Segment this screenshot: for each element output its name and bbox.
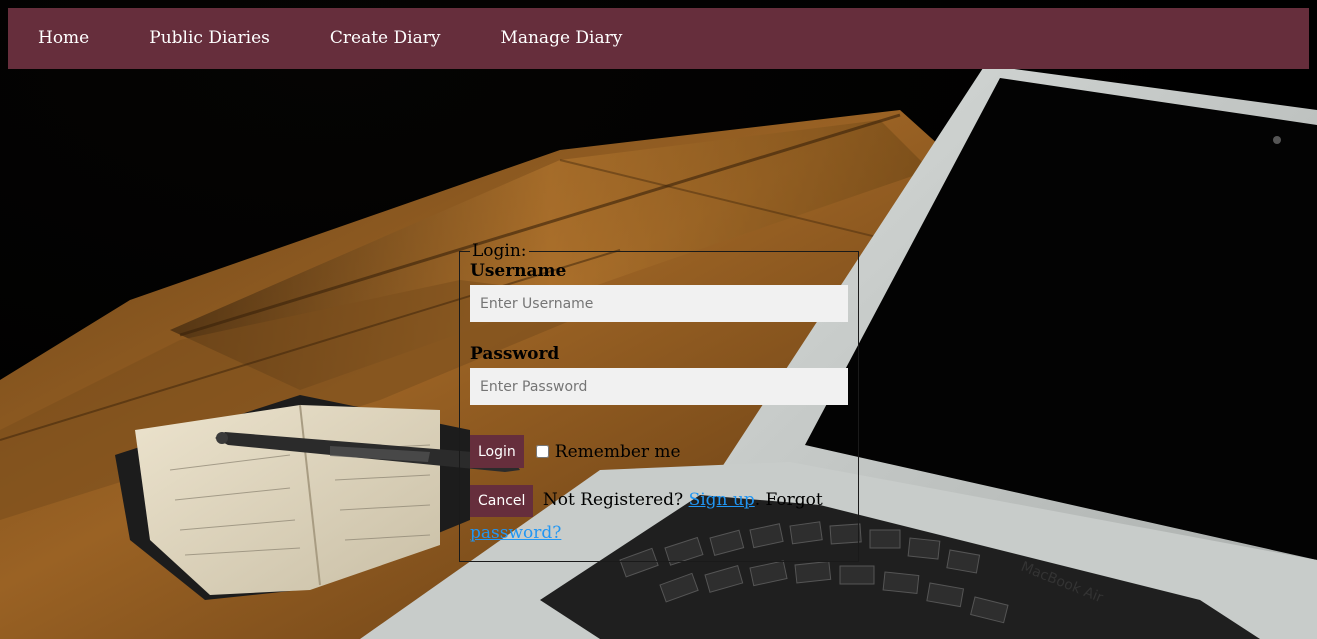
cancel-button[interactable]: Cancel [470,484,534,517]
login-button[interactable]: Login [470,435,524,468]
username-label: Username [470,261,567,281]
nav-create-diary-link[interactable]: Create Diary [300,8,471,69]
nav-home-link[interactable]: Home [8,8,119,69]
top-navbar: Home Public Diaries Create Diary Manage … [8,8,1309,69]
separator-text: . [754,490,761,510]
forgot-password-link[interactable]: password? [470,523,561,543]
login-form: Login: Username Password Login Remember … [459,241,859,562]
login-legend: Login: [472,241,527,261]
not-registered-text: Not Registered? [542,490,684,510]
login-row: Login Remember me [470,435,848,468]
forgot-text: Forgot [765,490,823,510]
nav-public-diaries-link[interactable]: Public Diaries [119,8,300,69]
remember-me-checkbox[interactable] [535,445,549,458]
password-label: Password [470,344,560,364]
remember-me-label: Remember me [554,441,681,462]
password-input[interactable] [470,368,848,405]
username-input[interactable] [470,285,848,322]
signup-link[interactable]: Sign up [689,490,755,510]
nav-manage-diary-link[interactable]: Manage Diary [470,8,652,69]
cancel-row: Cancel Not Registered? Sign up. Forgot p… [470,484,848,550]
